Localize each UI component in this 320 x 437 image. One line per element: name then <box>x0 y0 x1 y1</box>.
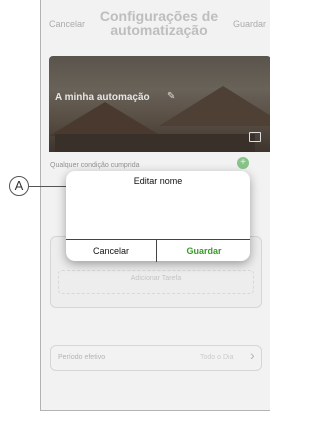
cancel-button[interactable]: Cancelar <box>66 240 157 262</box>
edit-name-dialog: Editar nome Cancelar Guardar <box>66 171 250 262</box>
save-button[interactable]: Guardar <box>158 240 250 262</box>
callout-marker: A <box>9 176 29 196</box>
dialog-title: Editar nome <box>133 176 183 186</box>
dialog-actions: Cancelar Guardar <box>66 239 250 262</box>
callout-line <box>29 186 66 187</box>
